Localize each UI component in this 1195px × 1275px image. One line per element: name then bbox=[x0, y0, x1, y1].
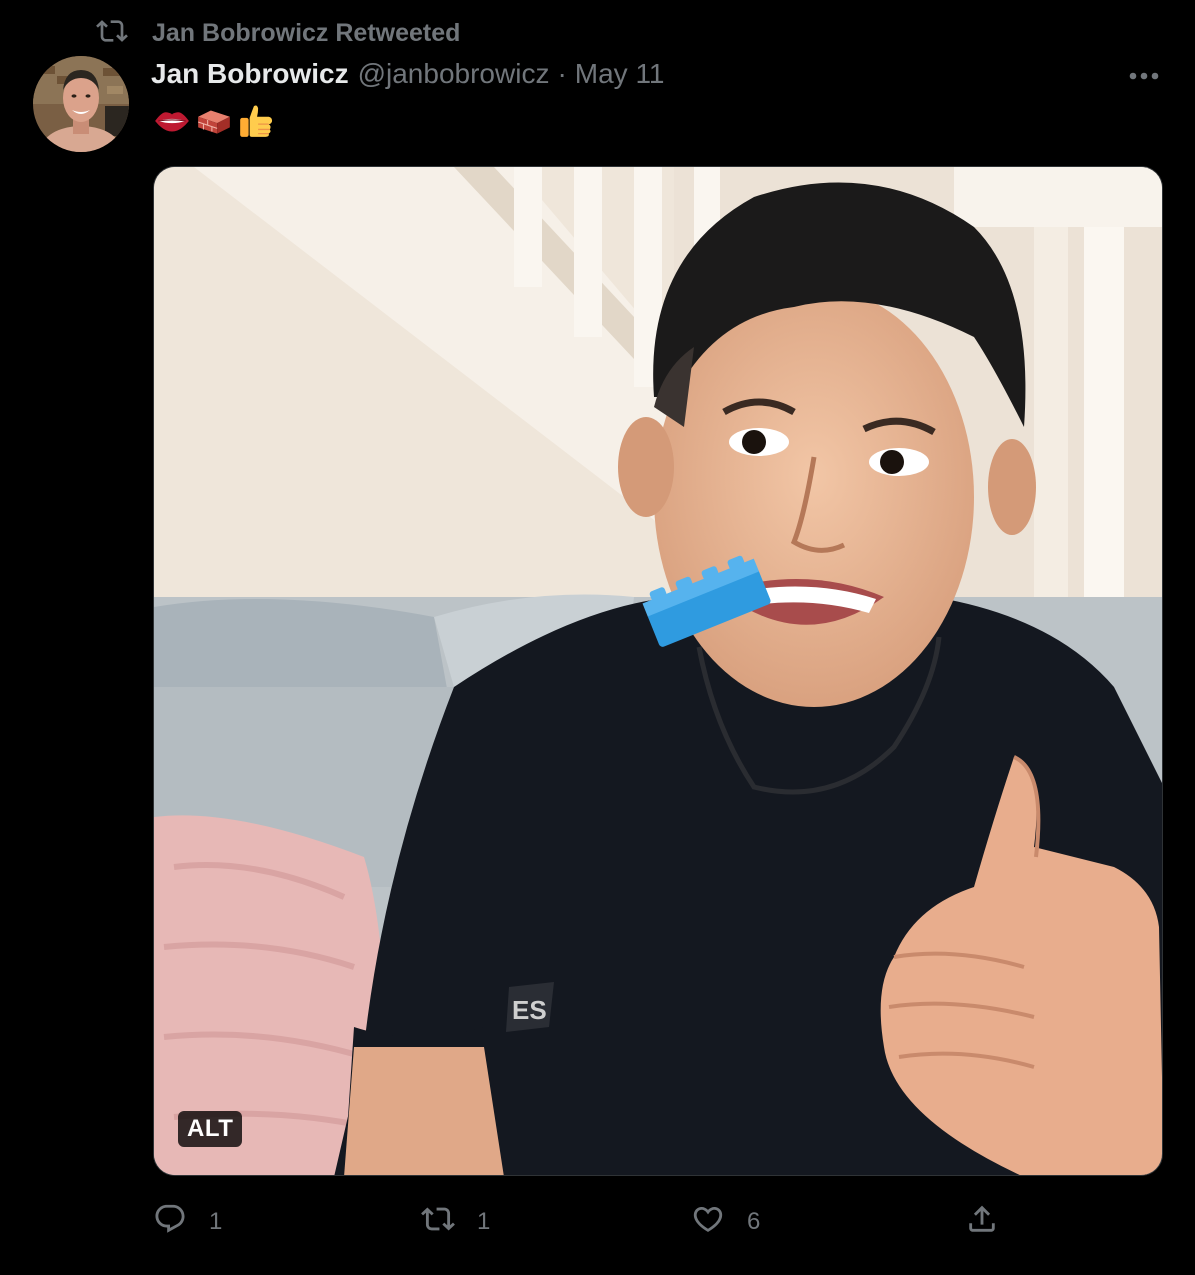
like-count: 6 bbox=[747, 1208, 761, 1235]
reply-icon bbox=[153, 1202, 187, 1243]
retweeted-by-row: Jan Bobrowicz Retweeted bbox=[96, 16, 460, 50]
tweet-text bbox=[153, 102, 275, 145]
retweet-button[interactable]: 1 bbox=[421, 1200, 490, 1244]
retweet-icon bbox=[96, 15, 128, 52]
reply-count: 1 bbox=[209, 1208, 223, 1235]
avatar[interactable] bbox=[33, 56, 129, 152]
tweet-date[interactable]: May 11 bbox=[575, 58, 665, 90]
alt-badge[interactable]: ALT bbox=[178, 1111, 243, 1147]
share-icon bbox=[965, 1202, 999, 1243]
reply-button[interactable]: 1 bbox=[153, 1200, 222, 1244]
brick-icon bbox=[195, 102, 233, 145]
author-name[interactable]: Jan Bobrowicz bbox=[151, 58, 349, 90]
svg-text:ES: ES bbox=[512, 995, 547, 1025]
tweet-photo[interactable]: ES ALT bbox=[153, 166, 1163, 1176]
heart-icon bbox=[691, 1202, 725, 1243]
like-button[interactable]: 6 bbox=[691, 1200, 760, 1244]
retweet-icon bbox=[421, 1202, 455, 1243]
tweet-actions: 1 1 6 bbox=[153, 1200, 1023, 1244]
thumbs-up-icon bbox=[237, 102, 275, 145]
share-button[interactable] bbox=[965, 1200, 999, 1244]
more-icon[interactable] bbox=[1124, 60, 1164, 92]
separator-dot: · bbox=[557, 58, 567, 89]
tweet-header: Jan Bobrowicz @janbobrowicz · May 11 bbox=[151, 58, 665, 98]
retweet-count: 1 bbox=[477, 1208, 491, 1235]
tweet[interactable]: Jan Bobrowicz Retweeted Jan Bobrowicz @j… bbox=[0, 0, 1195, 1275]
author-handle[interactable]: @janbobrowicz bbox=[358, 58, 550, 90]
lips-icon bbox=[153, 102, 191, 145]
retweeted-by-label[interactable]: Jan Bobrowicz Retweeted bbox=[152, 19, 460, 48]
